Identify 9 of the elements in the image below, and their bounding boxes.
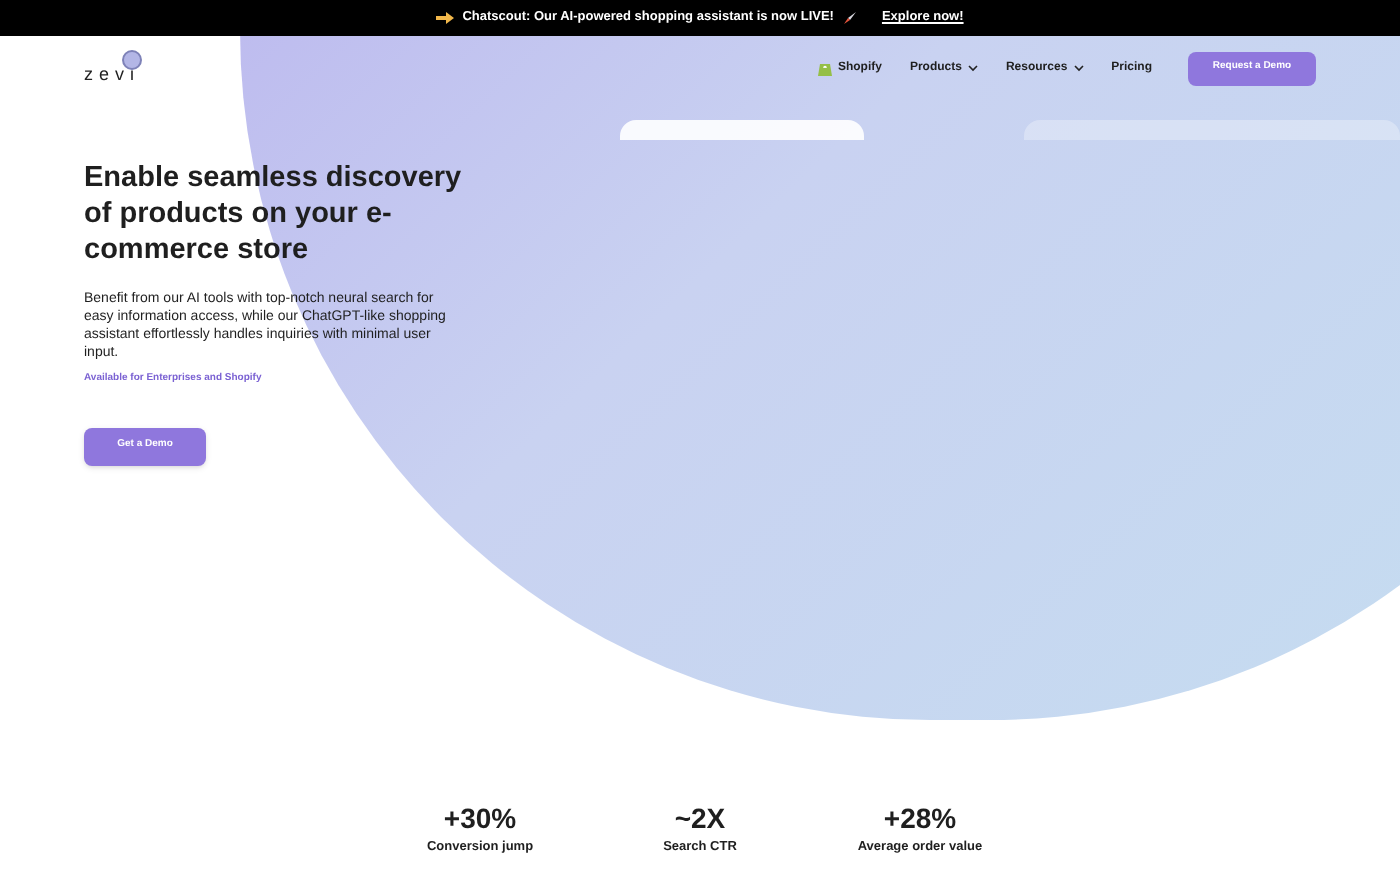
chevron-down-icon [967,64,978,72]
stat-value: +30% [443,802,517,834]
logo[interactable]: zevi [84,48,141,88]
rocket-icon [841,10,858,26]
shopping-bag-icon [817,60,832,76]
stat-value: ~2X [674,802,726,834]
stat-value: +28% [883,802,957,834]
chevron-down-icon [1073,64,1084,72]
hero-title: Enable seamless discovery of products on your e-commerce store [84,160,464,268]
